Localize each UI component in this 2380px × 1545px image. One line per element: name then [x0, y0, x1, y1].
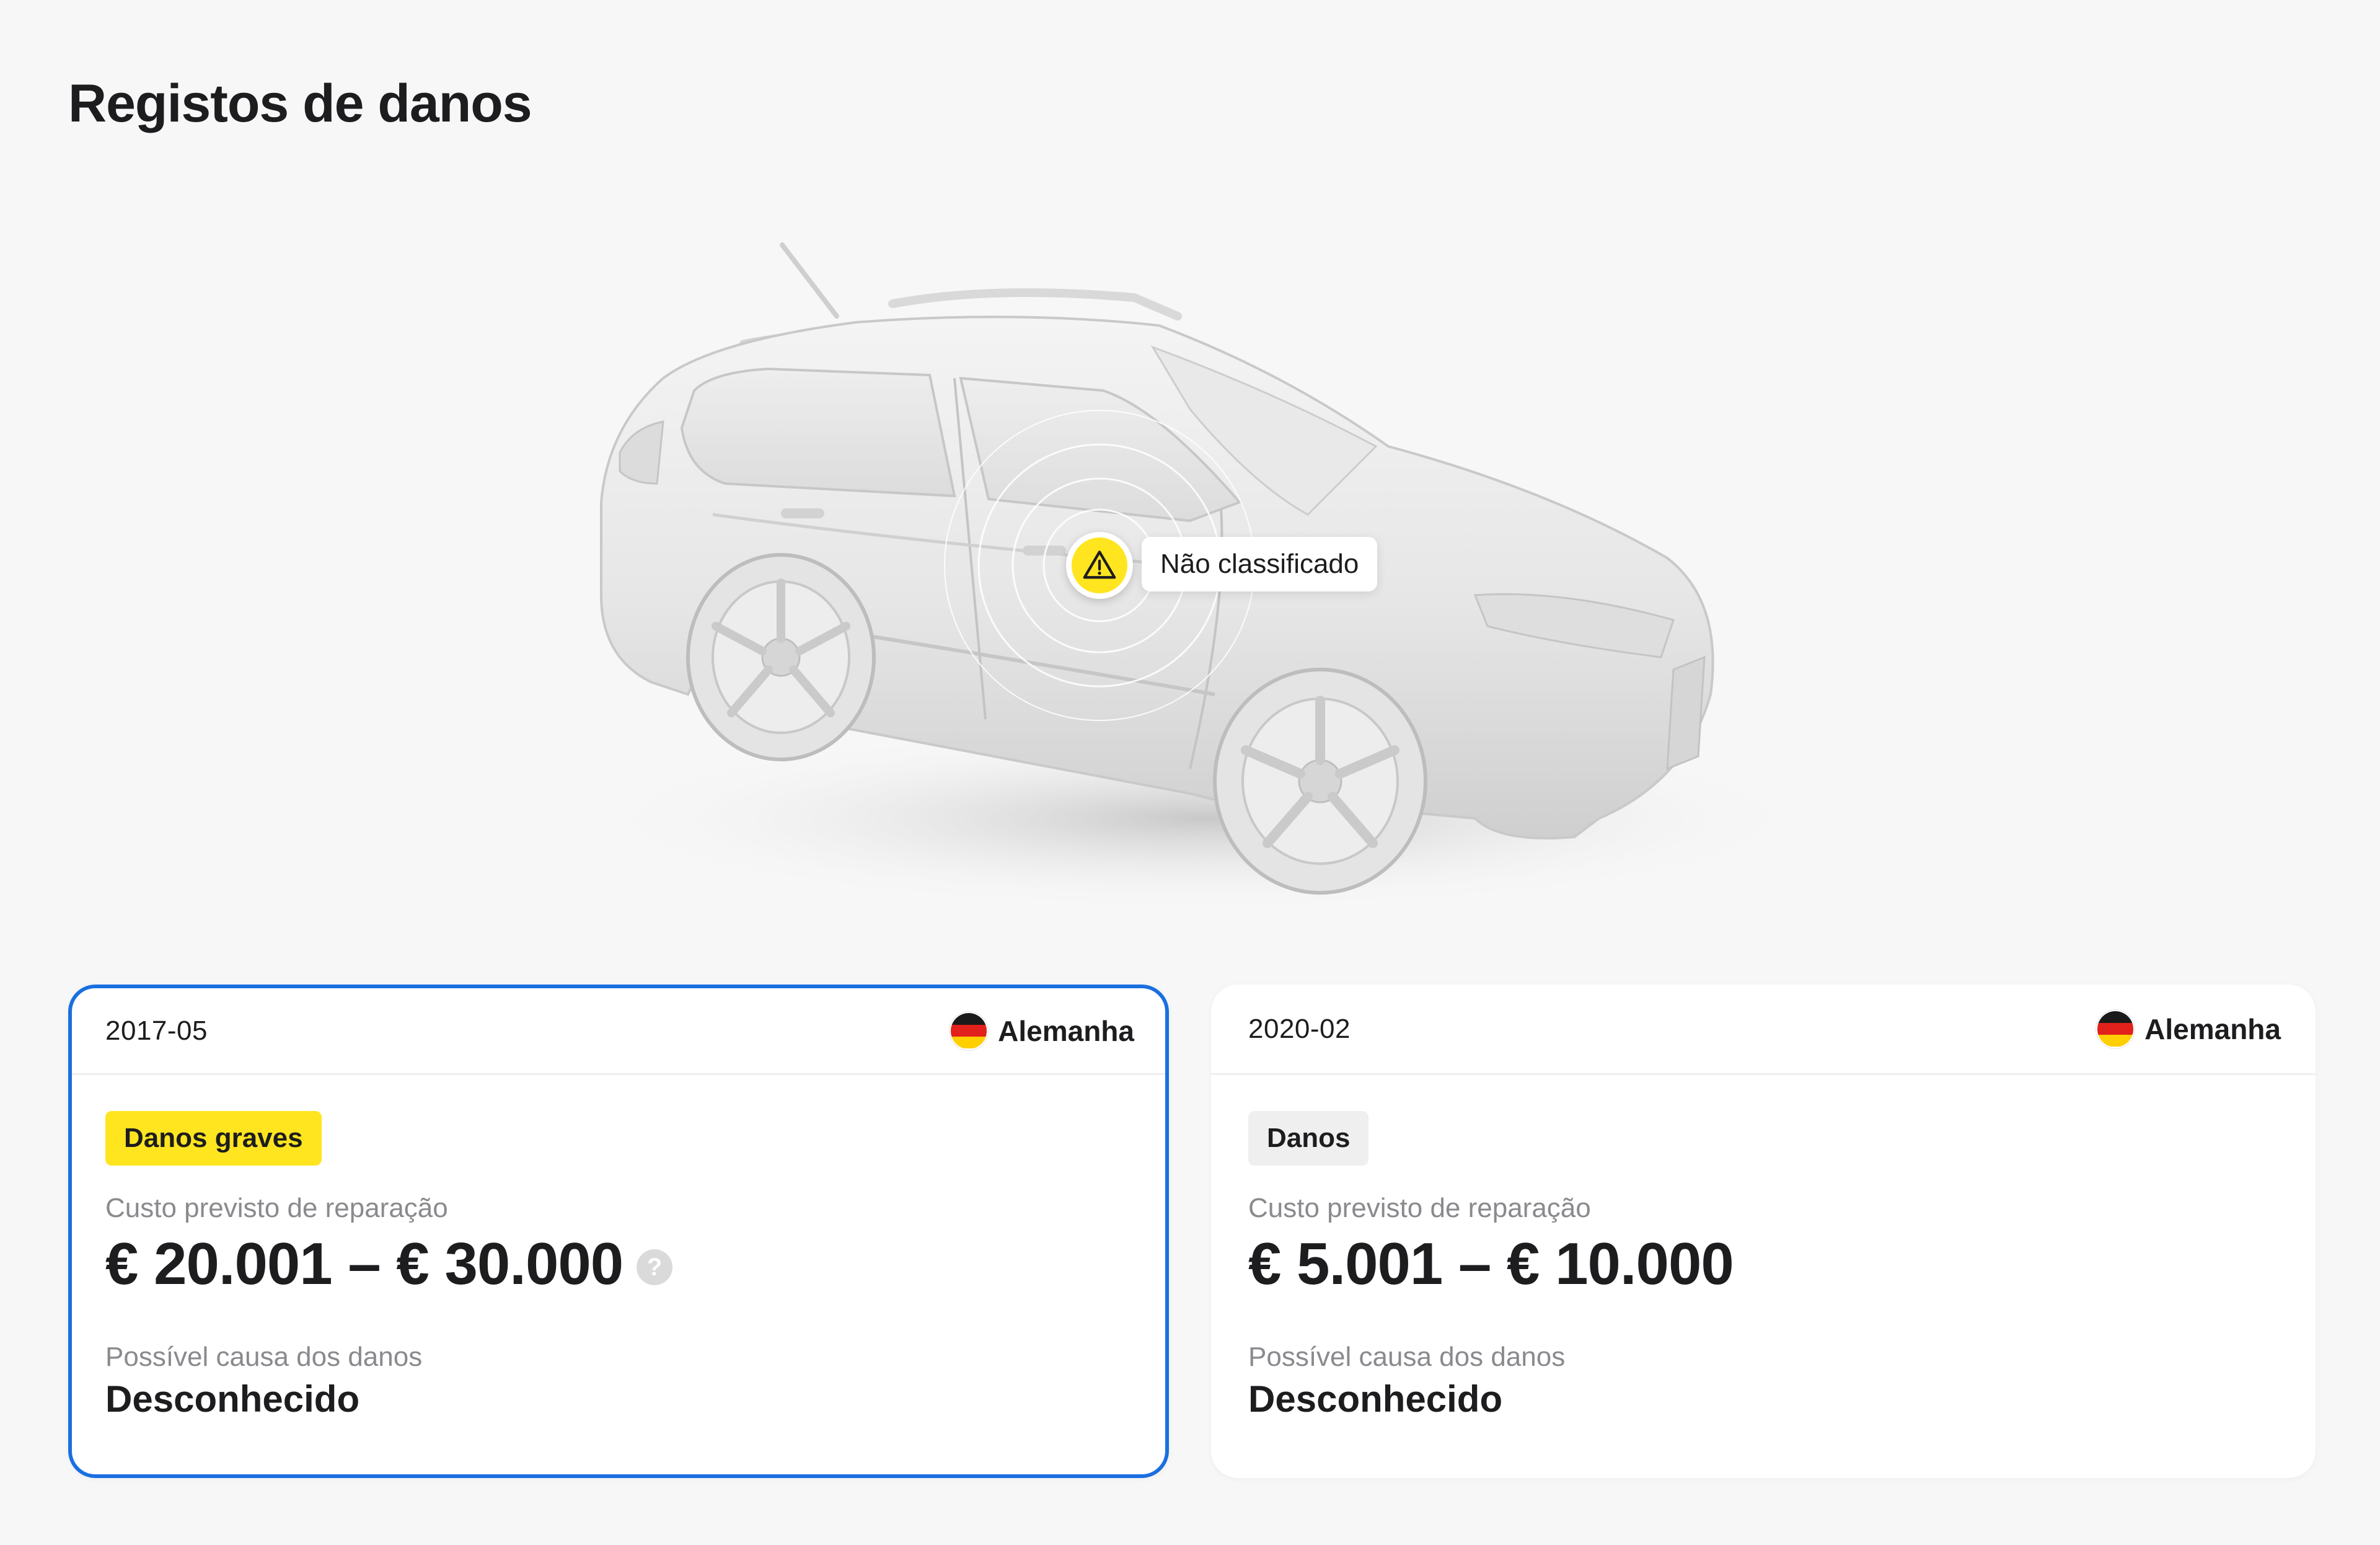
country-name: Alemanha: [2144, 1012, 2281, 1045]
record-date: 2017-05: [105, 1015, 208, 1046]
damage-cause-value: Desconhecido: [105, 1378, 360, 1420]
page-title: Registos de danos: [68, 74, 532, 133]
card-body: Danos Custo previsto de reparação € 5.00…: [1211, 1075, 2316, 1420]
repair-cost-value: € 20.001 – € 30.000: [105, 1231, 624, 1297]
record-date: 2020-02: [1248, 1013, 1351, 1044]
damage-hotspot-button[interactable]: [1066, 532, 1133, 599]
card-body: Danos graves Custo previsto de reparação…: [72, 1075, 1165, 1420]
damage-classification-label: Não classificado: [1142, 537, 1378, 591]
damage-cause-label: Possível causa dos danos: [105, 1342, 423, 1372]
repair-cost-row: € 20.001 – € 30.000 ?: [105, 1230, 1132, 1298]
repair-cost-label: Custo previsto de reparação: [105, 1193, 448, 1223]
germany-flag-icon: [2097, 1011, 2134, 1047]
card-header: 2017-05 Alemanha: [72, 988, 1165, 1075]
repair-cost-label: Custo previsto de reparação: [1248, 1193, 1591, 1223]
warning-triangle-icon: [1083, 551, 1116, 579]
record-country: Alemanha: [2097, 1011, 2281, 1047]
repair-cost-row: € 5.001 – € 10.000: [1248, 1230, 2278, 1298]
damage-record-card[interactable]: 2020-02 Alemanha Danos Custo previsto de…: [1211, 985, 2316, 1478]
damage-cause-label: Possível causa dos danos: [1248, 1342, 1566, 1372]
repair-cost-value: € 5.001 – € 10.000: [1248, 1231, 1734, 1297]
record-country: Alemanha: [951, 1012, 1134, 1049]
severity-badge: Danos: [1248, 1111, 1369, 1166]
damage-record-card[interactable]: 2017-05 Alemanha Danos graves Custo prev…: [68, 985, 1169, 1478]
card-header: 2020-02 Alemanha: [1211, 985, 2316, 1075]
country-name: Alemanha: [998, 1014, 1134, 1047]
damage-cause-value: Desconhecido: [1248, 1378, 1503, 1420]
germany-flag-icon: [951, 1012, 987, 1049]
car-illustration: Não classificado: [508, 223, 1859, 936]
severity-badge: Danos graves: [105, 1111, 322, 1166]
damage-records-page: Registos de danos Não classificado 2017-…: [0, 0, 2380, 1545]
help-icon[interactable]: ?: [637, 1249, 673, 1285]
